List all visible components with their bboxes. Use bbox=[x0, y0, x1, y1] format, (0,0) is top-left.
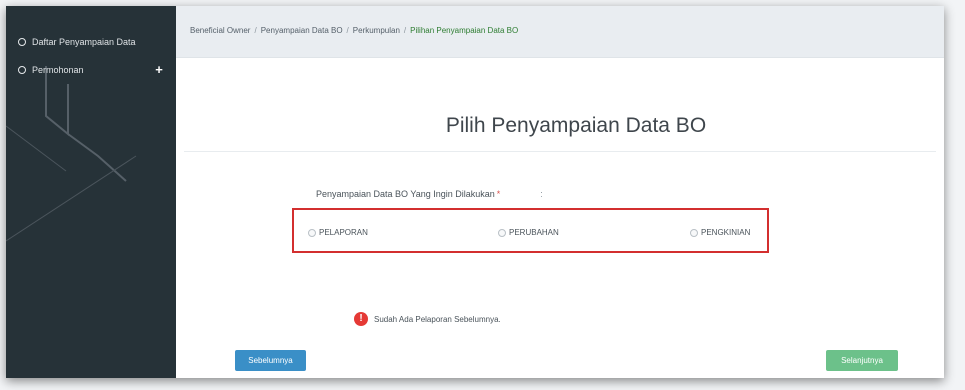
breadcrumb-item[interactable]: Penyampaian Data BO bbox=[261, 26, 343, 35]
sidebar-item-label: Daftar Penyampaian Data bbox=[32, 37, 136, 47]
radio-label: PELAPORAN bbox=[319, 228, 368, 237]
divider bbox=[184, 151, 936, 152]
field-label-text: Penyampaian Data BO Yang Ingin Dilakukan bbox=[316, 189, 495, 199]
app-window: Daftar Penyampaian Data Permohonan + Ben… bbox=[6, 6, 944, 378]
breadcrumb: Beneficial Owner / Penyampaian Data BO / Per… bbox=[190, 26, 518, 35]
sidebar-item-daftar-penyampaian-data[interactable]: Daftar Penyampaian Data bbox=[18, 34, 136, 50]
breadcrumb-item[interactable]: Perkumpulan bbox=[353, 26, 400, 35]
required-mark: * bbox=[496, 189, 501, 199]
radio-group: PELAPORAN PERUBAHAN PENGKINIAN bbox=[292, 208, 769, 253]
radio-button[interactable] bbox=[308, 228, 316, 237]
header-bar: Beneficial Owner / Penyampaian Data BO / Per… bbox=[176, 6, 944, 58]
sidebar-item-label: Permohonan bbox=[32, 65, 84, 75]
radio-label: PENGKINIAN bbox=[701, 228, 751, 237]
field-label: Penyampaian Data BO Yang Ingin Dilakukan… bbox=[316, 189, 543, 199]
warning-message: ! Sudah Ada Pelaporan Sebelumnya. bbox=[354, 312, 501, 326]
alert-icon: ! bbox=[354, 312, 368, 326]
circle-icon bbox=[18, 66, 26, 74]
plus-icon[interactable]: + bbox=[152, 62, 166, 78]
breadcrumb-active-item: Pilihan Penyampaian Data BO bbox=[410, 26, 519, 35]
next-button[interactable]: Selanjutnya bbox=[826, 350, 898, 371]
sidebar-item-permohonan[interactable]: Permohonan bbox=[18, 62, 168, 78]
field-colon: : bbox=[540, 189, 543, 199]
breadcrumb-separator: / bbox=[346, 26, 349, 35]
previous-button[interactable]: Sebelumnya bbox=[235, 350, 306, 371]
radio-option-perubahan[interactable]: PERUBAHAN bbox=[498, 228, 559, 237]
breadcrumb-separator: / bbox=[403, 26, 407, 35]
radio-button[interactable] bbox=[498, 228, 506, 237]
sidebar: Daftar Penyampaian Data Permohonan + bbox=[6, 6, 176, 378]
radio-button[interactable] bbox=[690, 228, 698, 237]
breadcrumb-separator: / bbox=[254, 26, 257, 35]
circle-icon bbox=[18, 38, 26, 46]
page-title: Pilih Penyampaian Data BO bbox=[445, 114, 707, 137]
breadcrumb-item[interactable]: Beneficial Owner bbox=[190, 26, 250, 35]
warning-text: Sudah Ada Pelaporan Sebelumnya. bbox=[374, 314, 501, 324]
radio-option-pengkinian[interactable]: PENGKINIAN bbox=[690, 228, 750, 237]
radio-option-pelaporan[interactable]: PELAPORAN bbox=[308, 228, 368, 237]
main-content: Pilih Penyampaian Data BO Penyampaian Da… bbox=[176, 58, 944, 378]
radio-label: PERUBAHAN bbox=[509, 228, 559, 237]
